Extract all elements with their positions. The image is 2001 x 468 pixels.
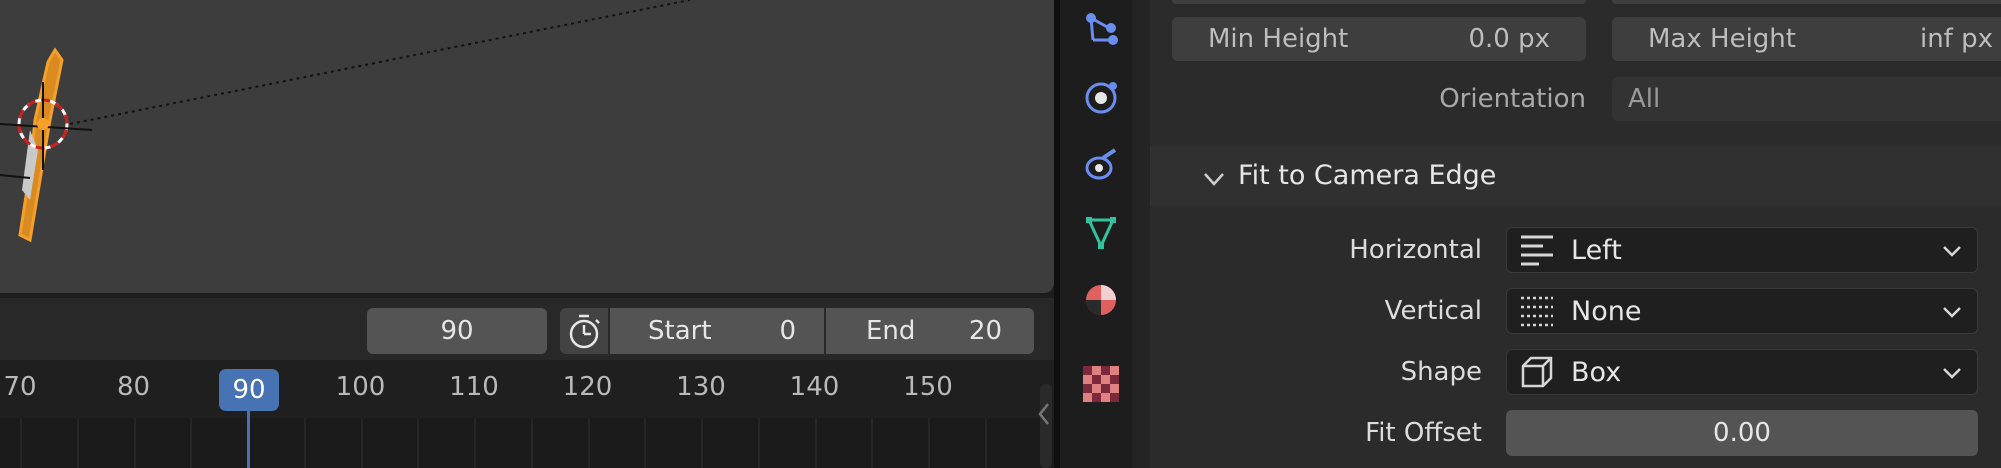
track-gridline <box>871 418 874 468</box>
ruler-tick-label: 70 <box>3 372 37 402</box>
playhead-line <box>247 411 250 468</box>
field-top-left <box>1172 0 1586 4</box>
shape-label: Shape <box>1400 357 1482 387</box>
track-gridline <box>474 418 476 468</box>
material-icon[interactable] <box>1083 282 1119 318</box>
ruler-tick-label: 100 <box>335 372 386 402</box>
track-gridline <box>984 418 987 468</box>
track-gridline <box>360 418 363 468</box>
track-gridline <box>530 418 533 468</box>
shape-value: Box <box>1571 356 1622 388</box>
track-gridline <box>701 418 703 468</box>
end-value: 20 <box>968 316 1002 346</box>
track-gridline <box>757 418 760 468</box>
playhead-frame: 90 <box>232 375 266 405</box>
track-gridline <box>814 418 817 468</box>
start-value: 0 <box>779 316 796 346</box>
timeline-tracks[interactable] <box>0 418 1054 468</box>
horizontal-label: Horizontal <box>1349 235 1482 265</box>
current-frame-value: 90 <box>440 316 474 346</box>
horizontal-value: Left <box>1571 234 1622 266</box>
min-height-label: Min Height <box>1208 24 1349 54</box>
chevron-down-icon <box>1943 246 1961 257</box>
ruler-tick-label: 120 <box>562 372 613 402</box>
fit-offset-field[interactable]: 0.00 <box>1506 410 1978 456</box>
ruler-tick-label: 150 <box>903 372 953 402</box>
vertical-label: Vertical <box>1384 296 1482 326</box>
orientation-field[interactable]: All <box>1612 77 2001 121</box>
track-gridline <box>303 418 306 468</box>
fit-offset-value: 0.00 <box>1713 418 1771 448</box>
stopwatch-icon <box>569 314 600 349</box>
start-label: Start <box>648 316 712 346</box>
align-left-icon <box>1521 235 1553 266</box>
tabs-separator <box>1132 0 1150 468</box>
vertical-dropdown[interactable]: None <box>1506 288 1978 334</box>
playhead-marker[interactable]: 90 <box>219 369 279 411</box>
physics-icon[interactable] <box>1083 78 1119 114</box>
track-gridline <box>644 418 647 468</box>
horizontal-dropdown[interactable]: Left <box>1506 227 1978 273</box>
particles-icon[interactable] <box>1083 10 1119 46</box>
viewport-scene <box>0 0 691 243</box>
max-height-field[interactable]: Max Height inf px <box>1612 17 2001 61</box>
field-top-right <box>1612 0 2001 4</box>
track-gridline <box>190 418 193 468</box>
section-title: Fit to Camera Edge <box>1238 160 1497 191</box>
shape-dropdown[interactable]: Box <box>1506 349 1978 395</box>
max-height-label: Max Height <box>1648 24 1796 54</box>
cube-icon <box>1521 356 1553 388</box>
end-label: End <box>866 316 916 346</box>
orientation-value: All <box>1628 84 1661 114</box>
collapse-chevron-icon[interactable] <box>1036 400 1052 428</box>
track-gridline <box>587 418 590 468</box>
texture-icon[interactable] <box>1083 366 1119 402</box>
orientation-label: Orientation <box>1439 84 1586 114</box>
track-gridline <box>76 418 79 468</box>
track-gridline <box>133 418 136 468</box>
start-frame-field[interactable]: Start 0 <box>610 308 824 354</box>
fit-offset-label: Fit Offset <box>1365 418 1482 448</box>
align-none-icon <box>1521 296 1553 327</box>
ruler-tick-label: 130 <box>676 372 726 402</box>
preview-range-toggle[interactable] <box>560 308 608 354</box>
chevron-down-icon <box>1204 173 1224 186</box>
relationship-line <box>69 0 691 125</box>
3d-viewport[interactable] <box>0 0 1054 293</box>
track-gridline <box>20 418 22 468</box>
object-constraint-icon[interactable] <box>1083 146 1119 182</box>
chevron-down-icon <box>1943 307 1961 318</box>
end-frame-field[interactable]: End 20 <box>826 308 1034 354</box>
ruler-tick-label: 110 <box>449 372 499 402</box>
track-gridline <box>417 418 420 468</box>
ruler-tick-label: 80 <box>116 372 151 402</box>
chevron-down-icon <box>1943 368 1961 379</box>
max-height-value: inf px <box>1919 24 1993 54</box>
min-height-field[interactable]: Min Height 0.0 px <box>1172 17 1586 61</box>
track-gridline <box>928 418 930 468</box>
ruler-tick-label: 140 <box>789 372 840 402</box>
object-data-icon[interactable] <box>1083 214 1119 250</box>
current-frame-field[interactable]: 90 <box>367 308 547 354</box>
vertical-value: None <box>1571 295 1642 327</box>
min-height-value: 0.0 px <box>1468 24 1550 54</box>
